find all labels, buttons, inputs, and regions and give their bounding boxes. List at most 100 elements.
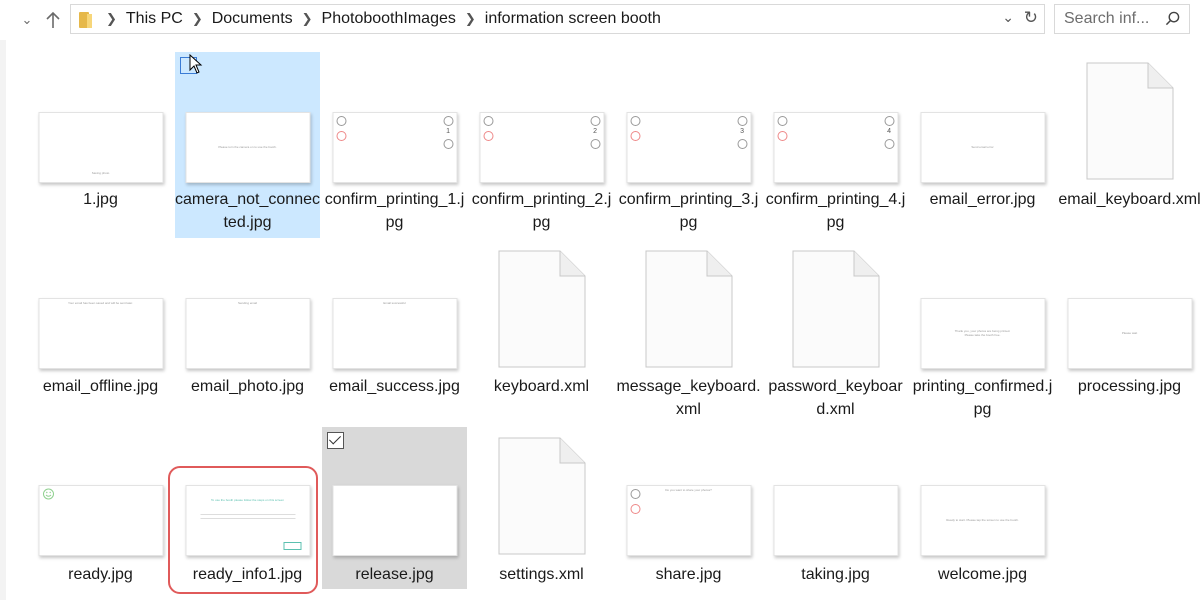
- breadcrumb-this-pc[interactable]: This PC: [126, 10, 183, 28]
- address-bar[interactable]: ❯ This PC ❯ Documents ❯ PhotoboothImages…: [70, 4, 1045, 34]
- delete-icon: [630, 131, 640, 141]
- file-item-password-keyboard-xml[interactable]: password_keyboard.xml: [763, 240, 908, 426]
- file-item-email-error-jpg[interactable]: Send email error email_error.jpg: [910, 52, 1055, 238]
- file-label: camera_not_connected.jpg: [175, 191, 320, 231]
- file-label: message_keyboard.xml: [616, 378, 761, 418]
- navigation-bar: ⌄ ❯ This PC ❯ Documents ❯ PhotoboothImag…: [0, 0, 1200, 40]
- file-label: welcome.jpg: [938, 566, 1027, 583]
- camera-icon: [483, 116, 493, 126]
- file-item-keyboard-xml[interactable]: keyboard.xml: [469, 240, 614, 426]
- file-item-printing-confirmed-jpg[interactable]: Thank you, your photos are being printed…: [910, 240, 1055, 426]
- minus-icon: [884, 139, 894, 149]
- file-label: confirm_printing_3.jpg: [618, 191, 759, 231]
- copy-count: 3: [740, 128, 744, 135]
- thumbnail-text: Your email has been saved and will be se…: [68, 301, 133, 305]
- plus-icon: [590, 116, 600, 126]
- delete-icon: [777, 131, 787, 141]
- thumbnail-text: Email successful: [383, 301, 406, 305]
- image-thumbnail: Ready to start. Please tap the screen to…: [920, 485, 1045, 556]
- image-thumbnail: Thank you, your photos are being printed…: [920, 298, 1045, 369]
- file-item-confirm-printing-3-jpg[interactable]: 3 confirm_printing_3.jpg: [616, 52, 761, 238]
- thumbnail-text: Sending email: [237, 301, 257, 305]
- plus-icon: [443, 116, 453, 126]
- breadcrumb-documents[interactable]: Documents: [212, 10, 293, 28]
- thumbnail-text: Saving photo: [91, 171, 110, 175]
- image-thumbnail: Please turn the camera on to use the boo…: [185, 112, 310, 183]
- file-item-email-success-jpg[interactable]: Email successful email_success.jpg: [322, 240, 467, 426]
- image-thumbnail: [773, 485, 898, 556]
- image-thumbnail: Please wait: [1067, 298, 1192, 369]
- plus-icon: [737, 116, 747, 126]
- file-label: printing_confirmed.jpg: [912, 378, 1053, 418]
- image-thumbnail: Your email has been saved and will be se…: [38, 298, 163, 369]
- file-item-processing-jpg[interactable]: Please wait processing.jpg: [1057, 240, 1200, 426]
- file-item-welcome-jpg[interactable]: Ready to start. Please tap the screen to…: [910, 427, 1055, 589]
- file-label: email_success.jpg: [329, 378, 460, 395]
- file-label: 1.jpg: [83, 191, 118, 208]
- file-label: confirm_printing_4.jpg: [765, 191, 906, 231]
- thumbnail-text: Please wait: [1121, 331, 1138, 335]
- search-placeholder[interactable]: Search inf...: [1064, 10, 1164, 28]
- file-item-confirm-printing-2-jpg[interactable]: 2 confirm_printing_2.jpg: [469, 52, 614, 238]
- refresh-icon[interactable]: ↻: [1024, 8, 1038, 28]
- file-item-taking-jpg[interactable]: taking.jpg: [763, 427, 908, 589]
- file-label: email_error.jpg: [929, 191, 1036, 208]
- folder-icon: [79, 10, 93, 28]
- chevron-right-icon[interactable]: ❯: [192, 11, 203, 27]
- file-label: email_offline.jpg: [42, 378, 159, 395]
- image-thumbnail: 3: [626, 112, 751, 183]
- image-thumbnail: Saving photo: [38, 112, 163, 183]
- document-file-icon: [792, 250, 879, 368]
- address-history-chevron-down-icon[interactable]: ⌄: [1002, 9, 1014, 26]
- document-file-icon: [498, 437, 585, 555]
- copy-count: 4: [887, 128, 891, 135]
- file-label: keyboard.xml: [493, 378, 590, 395]
- file-item-camera-not-connected-jpg[interactable]: Please turn the camera on to use the boo…: [175, 52, 320, 238]
- image-thumbnail: [332, 485, 457, 556]
- delete-icon: [630, 504, 640, 514]
- minus-icon: [443, 139, 453, 149]
- breadcrumb-current-folder[interactable]: information screen booth: [485, 10, 661, 28]
- image-thumbnail: Do you want to share your photos?: [626, 485, 751, 556]
- chevron-right-icon[interactable]: ❯: [465, 11, 476, 27]
- file-item-email-keyboard-xml[interactable]: email_keyboard.xml: [1057, 52, 1200, 238]
- file-item-ready-jpg[interactable]: ready.jpg: [28, 427, 173, 589]
- image-thumbnail: 1: [332, 112, 457, 183]
- file-item-1-jpg[interactable]: Saving photo 1.jpg: [28, 52, 173, 238]
- delete-icon: [336, 131, 346, 141]
- image-thumbnail: 2: [479, 112, 604, 183]
- up-arrow-icon[interactable]: [42, 8, 64, 32]
- minus-icon: [590, 139, 600, 149]
- document-file-icon: [498, 250, 585, 368]
- select-checkbox[interactable]: [327, 432, 344, 449]
- recent-locations-chevron-down-icon[interactable]: ⌄: [16, 8, 38, 32]
- file-item-email-photo-jpg[interactable]: Sending email email_photo.jpg: [175, 240, 320, 426]
- file-label: release.jpg: [355, 566, 434, 583]
- file-label: processing.jpg: [1077, 378, 1182, 395]
- thumbnail-text: Ready to start. Please tap the screen to…: [946, 518, 1019, 522]
- search-box[interactable]: Search inf...: [1054, 4, 1190, 34]
- breadcrumb-photoboothimages[interactable]: PhotoboothImages: [322, 10, 456, 28]
- image-thumbnail: Send email error: [920, 112, 1045, 183]
- file-label: settings.xml: [499, 566, 584, 583]
- file-label: ready.jpg: [68, 566, 133, 583]
- file-item-email-offline-jpg[interactable]: Your email has been saved and will be se…: [28, 240, 173, 426]
- file-item-message-keyboard-xml[interactable]: message_keyboard.xml: [616, 240, 761, 426]
- image-thumbnail: [38, 485, 163, 556]
- mouse-cursor-icon: [189, 54, 203, 74]
- chevron-right-icon[interactable]: ❯: [106, 11, 117, 27]
- thumbnail-text: Do you want to share your photos?: [665, 488, 712, 492]
- file-item-share-jpg[interactable]: Do you want to share your photos? share.…: [616, 427, 761, 589]
- file-item-release-jpg[interactable]: release.jpg: [322, 427, 467, 589]
- chevron-right-icon[interactable]: ❯: [302, 11, 313, 27]
- file-label: taking.jpg: [801, 566, 870, 583]
- file-item-confirm-printing-1-jpg[interactable]: 1 confirm_printing_1.jpg: [322, 52, 467, 238]
- image-thumbnail: Sending email: [185, 298, 310, 369]
- thumbnail-text: Thank you, your photos are being printed…: [954, 329, 1011, 337]
- file-label: email_keyboard.xml: [1058, 191, 1200, 208]
- file-item-settings-xml[interactable]: settings.xml: [469, 427, 614, 589]
- highlight-annotation: [168, 466, 318, 594]
- search-icon[interactable]: [1165, 11, 1180, 26]
- thumbnail-text: Please turn the camera on to use the boo…: [218, 145, 277, 149]
- file-item-confirm-printing-4-jpg[interactable]: 4 confirm_printing_4.jpg: [763, 52, 908, 238]
